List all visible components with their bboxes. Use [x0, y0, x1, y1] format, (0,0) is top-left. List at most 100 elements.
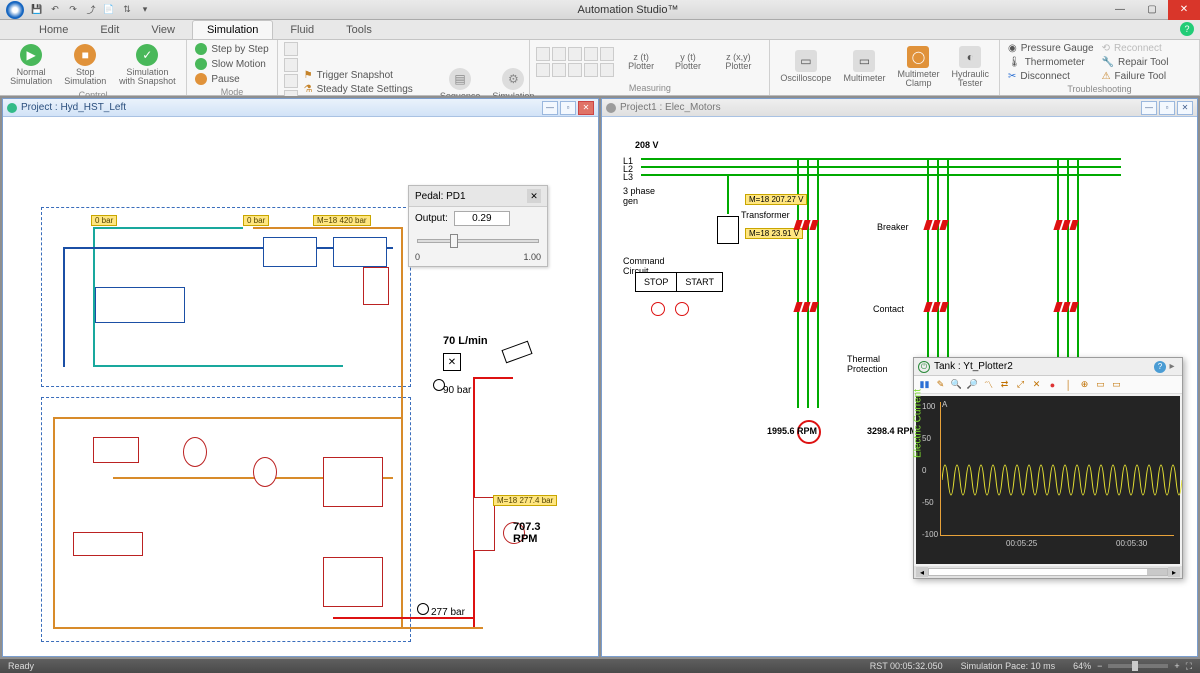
zt-plotter-button[interactable]: z (t) Plotter [620, 51, 663, 74]
qat-icon[interactable]: ⤴ [84, 3, 98, 17]
contactor[interactable] [795, 302, 823, 312]
plotter-zoom-in-icon[interactable]: 🔍 [950, 378, 963, 391]
pane-close-button[interactable]: ✕ [578, 101, 594, 115]
simulation-snapshot-button[interactable]: ✓Simulation with Snapshot [114, 42, 180, 89]
coil-icon[interactable] [675, 302, 689, 316]
stop-simulation-button[interactable]: ■Stop Simulation [60, 42, 110, 89]
tab-edit[interactable]: Edit [85, 20, 134, 39]
valve-block[interactable] [95, 287, 185, 323]
plotter-power-icon[interactable]: ⏻ [918, 361, 930, 373]
pane-close-button[interactable]: ✕ [1177, 101, 1193, 115]
measuring-icons[interactable] [536, 47, 615, 77]
yt-plotter-button[interactable]: y (t) Plotter [667, 51, 710, 74]
pump-icon[interactable] [183, 437, 207, 467]
tab-tools[interactable]: Tools [331, 20, 387, 39]
start-button[interactable]: START [677, 273, 722, 291]
minimize-button[interactable]: — [1104, 0, 1136, 20]
plotter-tool-icon[interactable]: │ [1062, 378, 1075, 391]
plotter-tool-icon[interactable]: ✎ [934, 378, 947, 391]
valve-block-c[interactable] [323, 557, 383, 607]
plotter-tool-icon[interactable]: ⊕ [1078, 378, 1091, 391]
pedal-slider[interactable] [417, 232, 539, 250]
status-zoom[interactable]: 64% − + ⛶ [1073, 661, 1192, 672]
stop-start-box[interactable]: STOP START [635, 272, 723, 292]
failure-tool-button[interactable]: ⚠Failure Tool [1100, 70, 1171, 83]
relief-valve[interactable] [363, 267, 389, 305]
motor-icon[interactable] [253, 457, 277, 487]
flowmeter-icon[interactable]: ✕ [443, 353, 461, 371]
trigger-snapshot-button[interactable]: ⚑Trigger Snapshot [302, 69, 432, 82]
plotter-tool-icon[interactable]: ⇄ [998, 378, 1011, 391]
pause-button[interactable]: Pause [193, 72, 270, 86]
pedal-output-field[interactable] [454, 211, 510, 226]
tab-simulation[interactable]: Simulation [192, 20, 273, 39]
close-button[interactable]: ✕ [1168, 0, 1200, 20]
zoom-slider[interactable] [1108, 664, 1168, 668]
plotter-tool-icon[interactable]: ⤢ [1014, 378, 1027, 391]
plotter-scrollbar[interactable]: ◂ ▸ [914, 566, 1182, 578]
reservoir[interactable] [73, 532, 143, 556]
cylinder-icon[interactable] [501, 341, 532, 364]
pane-minimize-button[interactable]: — [1141, 101, 1157, 115]
right-pane-titlebar[interactable]: Project1 : Elec_Motors — ▫ ✕ [602, 99, 1197, 117]
stop-button[interactable]: STOP [636, 273, 677, 291]
multimeter-button[interactable]: ▭Multimeter [839, 48, 889, 85]
slow-motion-button[interactable]: Slow Motion [193, 57, 270, 71]
valve[interactable] [333, 237, 387, 267]
qat-redo-icon[interactable]: ↷ [66, 3, 80, 17]
directional-valve[interactable] [473, 497, 495, 551]
breaker[interactable] [1055, 220, 1083, 230]
fit-icon[interactable]: ⛶ [1186, 661, 1192, 672]
tab-fluid[interactable]: Fluid [275, 20, 329, 39]
maximize-button[interactable]: ▢ [1136, 0, 1168, 20]
zoom-in-icon[interactable]: + [1174, 661, 1179, 671]
plotter-expand-icon[interactable]: ▸ [1166, 361, 1178, 372]
pane-restore-button[interactable]: ▫ [1159, 101, 1175, 115]
multimeter-clamp-button[interactable]: ◯Multimeter Clamp [893, 44, 943, 91]
coil-icon[interactable] [651, 302, 665, 316]
plotter-zoom-out-icon[interactable]: 🔎 [966, 378, 979, 391]
normal-simulation-button[interactable]: ▶Normal Simulation [6, 42, 56, 89]
contactor[interactable] [1055, 302, 1083, 312]
steady-state-button[interactable]: ⚗Steady State Settings [302, 83, 432, 96]
plotter-tool-icon[interactable]: ▭ [1094, 378, 1107, 391]
plotter-help-icon[interactable]: ? [1154, 361, 1166, 373]
plotter-tool-icon[interactable]: ▭ [1110, 378, 1123, 391]
pane-minimize-button[interactable]: — [542, 101, 558, 115]
hydraulic-tester-button[interactable]: ◐Hydraulic Tester [947, 44, 993, 91]
pedal-panel[interactable]: Pedal: PD1✕ Output: 01.00 [408, 185, 548, 267]
transformer-icon[interactable] [717, 216, 739, 244]
qat-dropdown-icon[interactable]: ▾ [138, 3, 152, 17]
scroll-left-icon[interactable]: ◂ [916, 567, 928, 577]
valve[interactable] [263, 237, 317, 267]
hydraulic-canvas[interactable]: 0 bar 0 bar M=18 420 bar M=18 277.4 bar … [3, 117, 598, 656]
qat-save-icon[interactable]: 💾 [30, 3, 44, 17]
tab-view[interactable]: View [136, 20, 190, 39]
valve-block-b[interactable] [323, 457, 383, 507]
breaker[interactable] [925, 220, 953, 230]
pane-restore-button[interactable]: ▫ [560, 101, 576, 115]
electrical-canvas[interactable]: 208 V L1 L2 L3 3 phase gen Transformer M… [602, 117, 1197, 656]
left-pane-titlebar[interactable]: Project : Hyd_HST_Left — ▫ ✕ [3, 99, 598, 117]
scroll-right-icon[interactable]: ▸ [1168, 567, 1180, 577]
pedal-close-button[interactable]: ✕ [527, 189, 541, 203]
zxy-plotter-button[interactable]: z (x,y) Plotter [713, 51, 763, 74]
pump[interactable] [93, 437, 139, 463]
plotter-tool-icon[interactable]: 〽 [982, 378, 995, 391]
qat-icon[interactable]: 📄 [102, 3, 116, 17]
qat-icon[interactable]: ⇅ [120, 3, 134, 17]
gauge-icon[interactable] [433, 379, 445, 391]
thermometer-button[interactable]: 🌡Thermometer [1006, 56, 1096, 69]
reconnect-button[interactable]: ⟲Reconnect [1100, 42, 1171, 55]
plotter-tool-icon[interactable]: ✕ [1030, 378, 1043, 391]
zoom-out-icon[interactable]: − [1097, 661, 1102, 671]
repair-tool-button[interactable]: 🔧Repair Tool [1100, 56, 1171, 69]
contactor[interactable] [925, 302, 953, 312]
qat-undo-icon[interactable]: ↶ [48, 3, 62, 17]
breaker[interactable] [795, 220, 823, 230]
oscilloscope-button[interactable]: ▭Oscilloscope [776, 48, 835, 85]
plotter-record-icon[interactable]: ● [1046, 378, 1059, 391]
step-by-step-button[interactable]: Step by Step [193, 42, 270, 56]
tab-home[interactable]: Home [24, 20, 83, 39]
gauge-icon[interactable] [417, 603, 429, 615]
